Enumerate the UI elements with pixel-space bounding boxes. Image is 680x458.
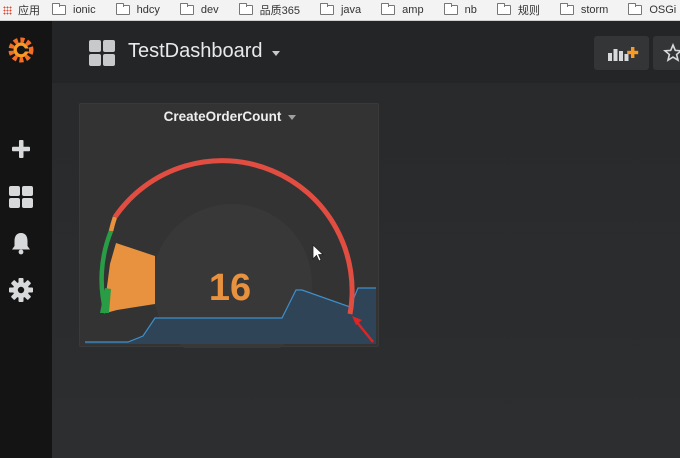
bookmark-label: OSGi [649,4,677,16]
bookmark-label: hdcy [136,4,160,16]
folder-icon [115,3,130,15]
folder-icon [179,3,194,15]
star-icon [663,43,680,62]
threshold-arc-orange [108,216,118,232]
dashboard-grid-icon [89,40,115,66]
folder-icon [443,3,458,15]
bookmark-folder[interactable]: hdcy [115,3,160,16]
dashboard-title: TestDashboard [128,40,263,62]
bookmark-folder[interactable]: ionic [52,3,96,16]
chevron-down-icon [271,50,280,56]
folder-icon [559,3,574,15]
bookmark-folder[interactable]: OSGi [628,3,677,16]
folder-icon [319,3,334,15]
folder-icon [381,3,396,15]
dashboard-navbar: TestDashboard [52,21,680,83]
gauge-value: 16 [208,267,252,309]
bookmarks-bar: 应用 ionic hdcy dev 品质365 java amp nb 规则 s… [0,0,680,21]
bookmark-label: nb [464,4,477,16]
gauge-panel[interactable]: CreateOrderCount 16 [79,103,379,348]
bookmark-folder[interactable]: java [319,3,362,16]
bookmark-folder[interactable]: 规则 [496,2,540,18]
add-panel-button[interactable] [594,36,649,70]
bookmark-apps-label: 应用 [18,5,40,17]
bookmark-folder[interactable]: nb [443,3,477,16]
folder-icon [628,3,643,15]
bookmark-apps[interactable]: 应用 [0,2,40,18]
dashboards-icon[interactable] [6,182,36,212]
bell-icon[interactable] [6,228,36,258]
star-button[interactable] [653,36,680,70]
bookmark-label: dev [200,4,219,16]
bookmark-label: java [340,4,362,16]
mouse-cursor-icon [312,244,324,262]
bookmark-label: 规则 [517,5,540,17]
sidebar [0,21,52,458]
apps-icon [3,5,12,15]
add-panel-icon [607,47,638,61]
gauge-value-fill [106,243,155,313]
bookmark-label: ionic [73,4,96,16]
bookmark-label: amp [402,4,424,16]
folder-icon [496,3,511,15]
bookmark-label: 品质365 [259,5,300,17]
folder-icon [52,3,66,15]
bookmark-folder[interactable]: storm [559,3,609,16]
main-area: TestDashboard CreateOrderCount 16 [52,21,680,458]
bookmark-folder[interactable]: dev [179,3,219,16]
grafana-logo-icon[interactable] [6,35,36,65]
dashboard-picker[interactable]: TestDashboard [128,40,280,63]
gear-icon[interactable] [6,275,36,305]
bookmark-folder[interactable]: amp [381,3,424,16]
gauge-chart [85,158,376,348]
bookmark-label: storm [580,4,609,16]
plus-icon[interactable] [6,134,36,164]
bookmark-folder[interactable]: 品质365 [238,2,300,18]
folder-icon [238,3,253,15]
